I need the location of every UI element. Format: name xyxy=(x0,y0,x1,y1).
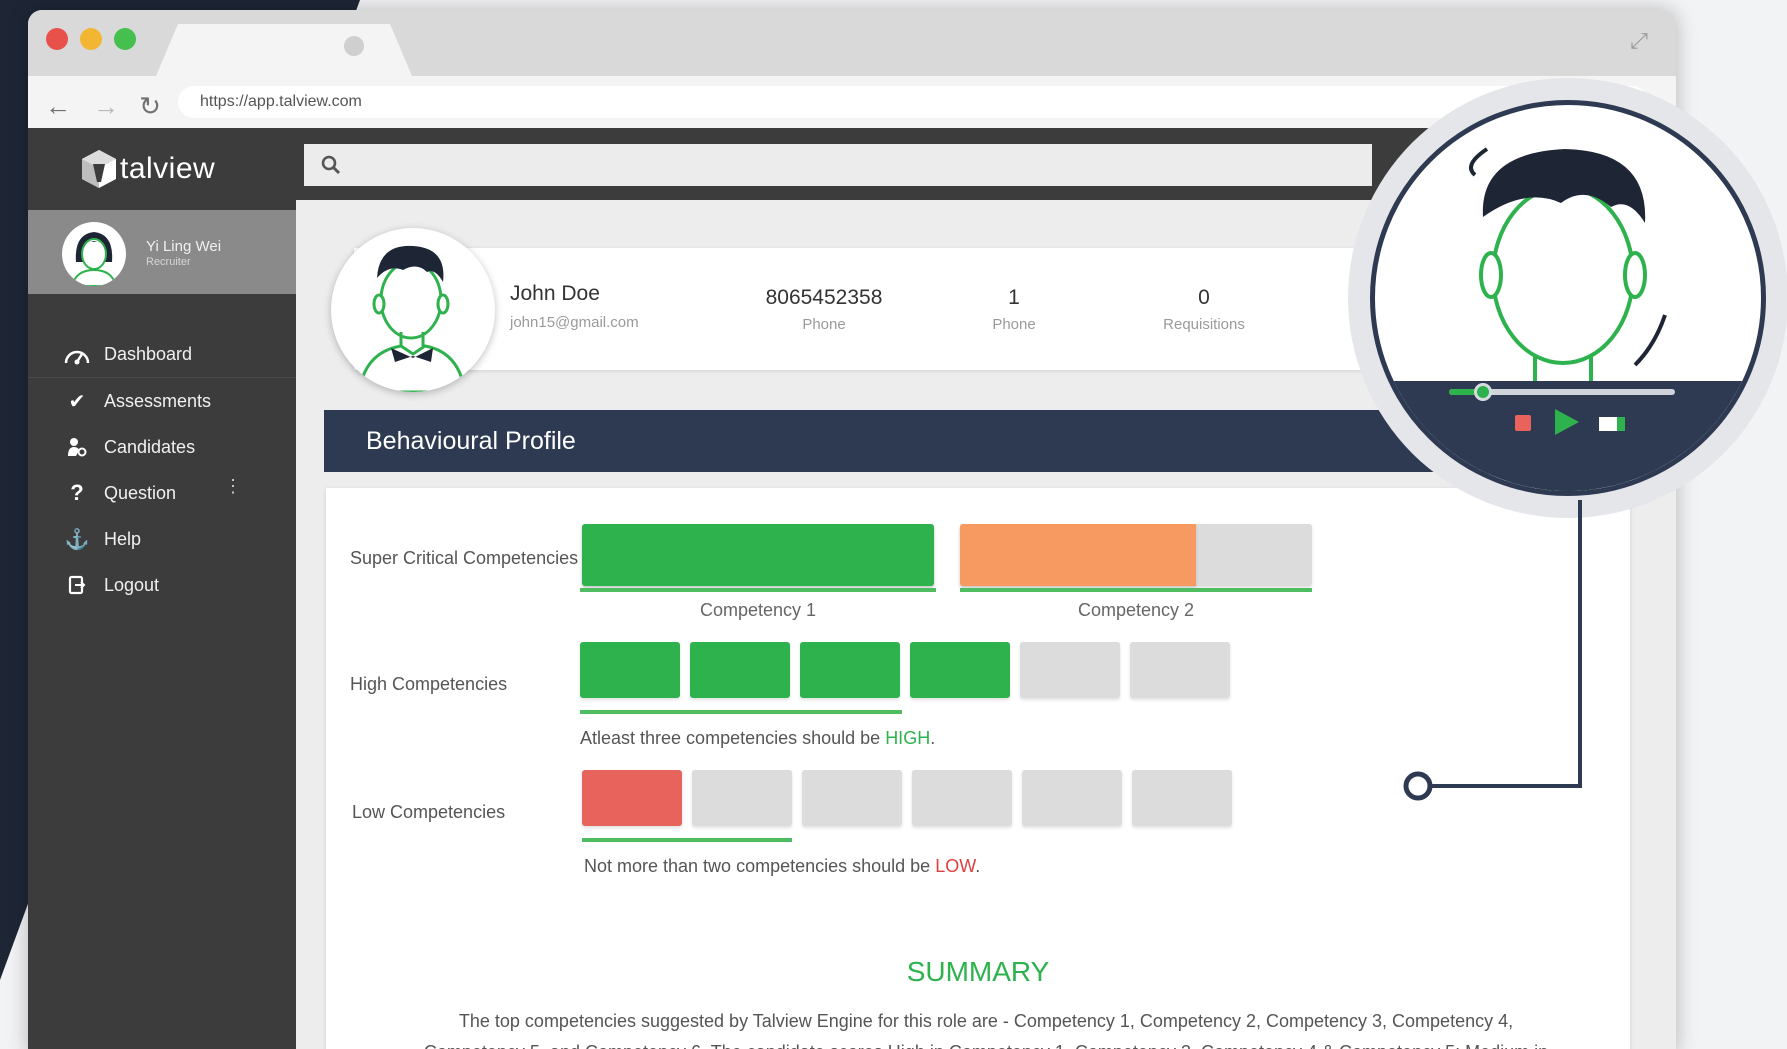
user-role: Recruiter xyxy=(146,256,191,268)
search-input[interactable] xyxy=(304,144,1372,186)
stat-value: 8065452358 xyxy=(765,286,883,309)
note-suffix: . xyxy=(930,728,936,748)
forward-arrow-icon[interactable]: → xyxy=(90,90,122,122)
low-competency-segment-2[interactable] xyxy=(692,770,792,826)
competency-2-bar[interactable] xyxy=(960,524,1196,586)
sidebar-item-candidates[interactable]: Candidates xyxy=(28,424,296,470)
video-player[interactable] xyxy=(1370,100,1766,496)
sidebar-item-question[interactable]: ? Question ⋮ xyxy=(28,470,296,516)
back-arrow-icon[interactable]: ← xyxy=(42,90,74,122)
check-icon: ✔ xyxy=(68,390,86,413)
sidebar-item-label: Logout xyxy=(104,574,160,595)
talview-logo-icon xyxy=(82,150,116,188)
stat-value: 1 xyxy=(1008,286,1020,309)
low-competencies-underline xyxy=(582,838,792,842)
sidebar-menu: Dashboard ✔ Assessments Candidates ? Que… xyxy=(28,332,296,608)
fullscreen-icon-accent xyxy=(1617,417,1625,431)
gauge-icon xyxy=(62,343,92,367)
more-options-icon[interactable]: ⋮ xyxy=(224,477,242,495)
note-highlight: LOW xyxy=(935,856,976,876)
high-competencies-label: High Competencies xyxy=(350,674,508,694)
sidebar-item-label: Help xyxy=(104,528,142,549)
sidebar-item-label: Dashboard xyxy=(104,344,193,364)
user-avatar-icon xyxy=(70,232,118,286)
stat-label: Phone xyxy=(802,316,846,333)
high-competency-segment-6[interactable] xyxy=(1130,642,1230,698)
competency-2-underline xyxy=(960,588,1312,592)
summary-text: The top competencies suggested by Talvie… xyxy=(366,1006,1606,1049)
sidebar-item-dashboard[interactable]: Dashboard xyxy=(28,332,296,378)
sidebar-item-logout[interactable]: Logout xyxy=(28,562,296,608)
talview-logo[interactable]: talview xyxy=(80,146,215,192)
search-icon xyxy=(321,155,341,175)
sidebar: talview Yi Ling Wei Recruiter Dashboard xyxy=(28,128,296,1049)
competency-1-label: Competency 1 xyxy=(699,600,817,620)
logout-icon xyxy=(62,573,92,597)
stat-value: 0 xyxy=(1198,286,1210,309)
callout-connector xyxy=(1403,500,1582,801)
anchor-icon: ⚓ xyxy=(64,528,90,551)
browser-tab[interactable] xyxy=(156,24,412,76)
candidate-identity: John Doe john15@gmail.com xyxy=(510,282,639,331)
super-critical-label: Super Critical Competencies xyxy=(350,548,579,568)
competency-2-label: Competency 2 xyxy=(1077,600,1195,620)
user-avatar xyxy=(62,222,126,286)
summary-line: Competency 5, and Competency 6. The cand… xyxy=(366,1037,1606,1049)
reload-icon[interactable]: ↻ xyxy=(134,90,166,122)
stat-label: Requisitions xyxy=(1163,316,1245,333)
high-competency-segment-2[interactable] xyxy=(690,642,790,698)
browser-titlebar: ⤢ xyxy=(28,10,1676,76)
stat-phone-count: 1 Phone xyxy=(964,286,1064,333)
note-text: Atleast three competencies should be xyxy=(580,728,886,748)
section-title: Behavioural Profile xyxy=(324,410,1454,472)
high-competency-segment-5[interactable] xyxy=(1020,642,1120,698)
brand-name: talview xyxy=(120,152,216,185)
high-competency-segment-4[interactable] xyxy=(910,642,1010,698)
sidebar-item-help[interactable]: ⚓ Help xyxy=(28,516,296,562)
low-competency-segment-5[interactable] xyxy=(1022,770,1122,826)
address-bar[interactable]: https://app.talview.com xyxy=(178,86,1648,118)
user-name: Yi Ling Wei xyxy=(146,238,222,255)
candidate-email: john15@gmail.com xyxy=(510,314,639,331)
sidebar-item-label: Candidates xyxy=(104,436,196,457)
candidate-avatar-icon xyxy=(357,245,467,392)
high-competencies-underline xyxy=(580,710,902,714)
summary-line: The top competencies suggested by Talvie… xyxy=(458,1011,1514,1031)
expand-icon[interactable]: ⤢ xyxy=(1626,28,1652,54)
sidebar-item-assessments[interactable]: ✔ Assessments xyxy=(28,378,296,424)
question-icon: ? xyxy=(70,480,84,505)
low-competencies-note: Not more than two competencies should be… xyxy=(584,856,980,877)
minimize-window-button[interactable] xyxy=(80,28,102,50)
high-competency-segment-3[interactable] xyxy=(800,642,900,698)
low-competencies-label: Low Competencies xyxy=(352,802,506,822)
user-panel[interactable]: Yi Ling Wei Recruiter xyxy=(28,210,296,294)
tab-close-icon[interactable] xyxy=(344,36,364,56)
high-competency-segment-1[interactable] xyxy=(580,642,680,698)
low-competency-segment-3[interactable] xyxy=(802,770,902,826)
stop-icon[interactable] xyxy=(1515,415,1531,431)
stat-phone-number: 8065452358 Phone xyxy=(754,286,894,333)
candidate-name: John Doe xyxy=(510,282,600,305)
low-competency-segment-1[interactable] xyxy=(582,770,682,826)
fullscreen-icon[interactable] xyxy=(1599,417,1625,431)
sidebar-item-label: Question xyxy=(104,482,177,503)
low-competency-segment-6[interactable] xyxy=(1132,770,1232,826)
note-suffix: . xyxy=(975,856,981,876)
competency-1-underline xyxy=(580,588,936,592)
video-progress-handle[interactable] xyxy=(1474,383,1492,401)
candidate-avatar xyxy=(331,228,495,392)
low-competency-segment-4[interactable] xyxy=(912,770,1012,826)
note-highlight: HIGH xyxy=(885,728,931,748)
sidebar-item-label: Assessments xyxy=(104,390,212,411)
play-icon[interactable] xyxy=(1553,407,1581,437)
stat-requisitions: 0 Requisitions xyxy=(1144,286,1264,333)
competency-1-bar[interactable] xyxy=(582,524,934,586)
candidates-icon xyxy=(62,435,92,459)
note-text: Not more than two competencies should be xyxy=(584,856,936,876)
close-window-button[interactable] xyxy=(46,28,68,50)
summary-title: SUMMARY xyxy=(906,956,1050,987)
maximize-window-button[interactable] xyxy=(114,28,136,50)
stat-label: Phone xyxy=(992,316,1036,333)
high-competencies-note: Atleast three competencies should be HIG… xyxy=(580,728,935,749)
